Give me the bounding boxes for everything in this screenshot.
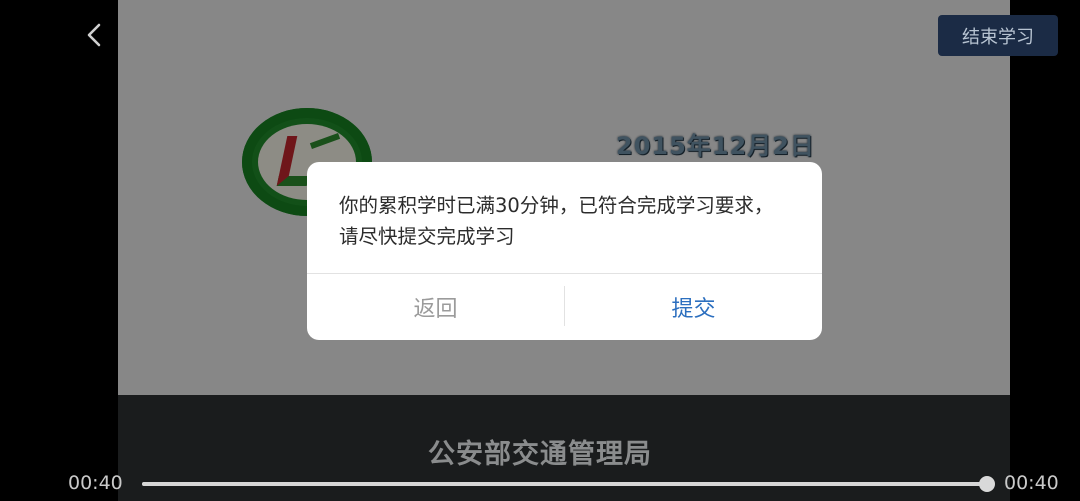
submit-button[interactable]: 提交 [565,274,822,340]
finish-study-button[interactable]: 结束学习 [938,15,1058,56]
chevron-left-icon[interactable] [78,18,112,52]
progress-bar[interactable] [142,476,995,492]
dialog-message: 你的累积学时已满30分钟，已符合完成学习要求，请尽快提交完成学习 [339,194,774,248]
total-time: 00:40 [1004,472,1059,494]
back-button[interactable]: 返回 [307,274,564,340]
progress-fill [142,482,987,486]
current-time: 00:40 [68,472,123,494]
progress-thumb[interactable] [979,476,995,492]
video-organization-caption: 公安部交通管理局 [428,439,652,470]
study-complete-dialog: 你的累积学时已满30分钟，已符合完成学习要求，请尽快提交完成学习 返回 提交 [307,162,822,340]
